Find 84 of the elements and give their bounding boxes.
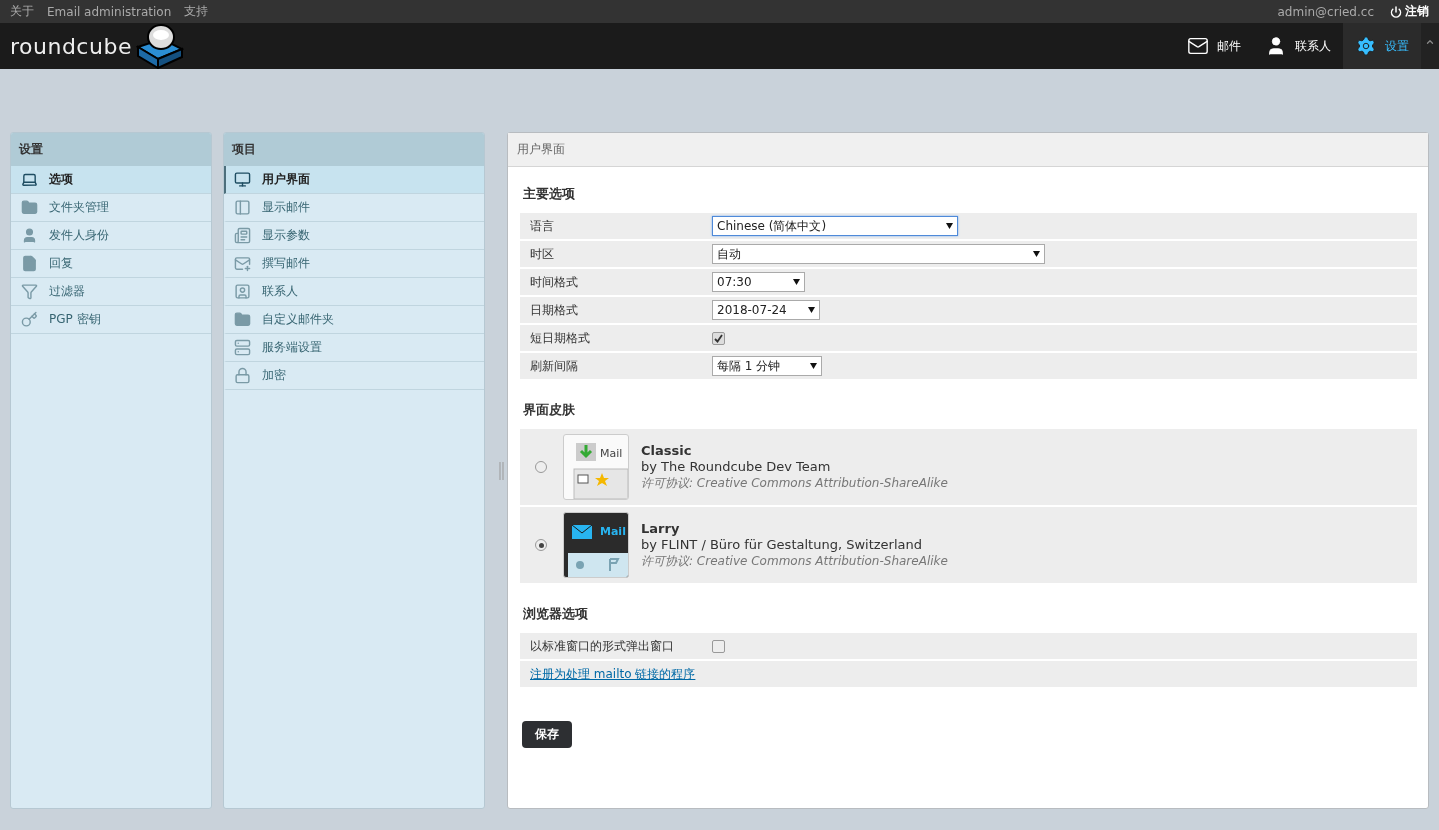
nav-tab[interactable]: 设置 — [1343, 23, 1421, 69]
nav-tab[interactable]: 联系人 — [1253, 23, 1343, 69]
field-label: 短日期格式 — [530, 329, 591, 347]
caret-icon — [810, 363, 817, 369]
skin-license: 许可协议: Creative Commons Attribution-ShareAlike — [641, 552, 948, 570]
caret-icon — [946, 223, 953, 229]
contact-card-icon — [233, 283, 251, 300]
caret-icon — [793, 279, 800, 285]
field-label: 语言 — [530, 217, 555, 235]
lock-icon — [233, 367, 251, 384]
caret-icon — [808, 307, 815, 313]
thumbnail-label: Mail — [600, 447, 623, 460]
radio-button[interactable] — [535, 539, 547, 551]
section-item[interactable]: 服务端设置 — [224, 334, 484, 362]
field-label: 时间格式 — [530, 273, 579, 291]
settings-item[interactable]: 文件夹管理 — [11, 194, 211, 222]
field-label: 日期格式 — [530, 301, 579, 319]
field-label: 刷新间隔 — [530, 357, 579, 375]
section-item[interactable]: 用户界面 — [224, 166, 484, 194]
section-title: 主要选项 — [522, 185, 576, 203]
top-link[interactable]: 关于 — [10, 3, 34, 20]
settings-item[interactable]: 发件人身份 — [11, 222, 211, 250]
section-item[interactable]: 显示邮件 — [224, 194, 484, 222]
panel-title: 用户界面 — [508, 133, 1428, 167]
radio-button[interactable] — [535, 461, 547, 473]
settings-item[interactable]: 选项 — [11, 166, 211, 194]
server-icon — [233, 339, 251, 356]
mail-plus-icon — [233, 255, 251, 272]
thumbnail-label: Mail — [600, 525, 626, 538]
list-icon — [577, 474, 589, 484]
download-icon — [576, 443, 596, 461]
section-item[interactable]: 加密 — [224, 362, 484, 390]
list-icon — [233, 199, 251, 216]
dropdown[interactable]: 07:30 — [712, 272, 805, 292]
skin-name: Larry — [641, 520, 681, 536]
logout-link[interactable]: 注销 — [1390, 3, 1429, 20]
settings-item[interactable]: 回复 — [11, 250, 211, 278]
dropdown[interactable]: Chinese (简体中文) — [712, 216, 958, 236]
user-email: admin@cried.cc — [1277, 4, 1374, 19]
newspaper-icon — [233, 227, 251, 244]
field-label: 时区 — [530, 245, 555, 263]
save-button[interactable]: 保存 — [522, 721, 572, 748]
folder-icon — [20, 199, 38, 216]
section-item[interactable]: 联系人 — [224, 278, 484, 306]
key-icon — [20, 311, 38, 328]
cube-logo-icon — [135, 23, 184, 69]
dropdown[interactable]: 自动 — [712, 244, 1045, 264]
caret-icon — [1033, 251, 1040, 257]
logo-text: roundcube — [10, 33, 132, 59]
monitor-icon — [233, 171, 251, 188]
top-link[interactable]: 支持 — [184, 3, 209, 20]
checkbox[interactable] — [712, 639, 725, 653]
power-icon — [1390, 5, 1402, 18]
panel-title: 项目 — [224, 133, 484, 166]
mail-icon — [1187, 35, 1209, 57]
section-item[interactable]: 显示参数 — [224, 222, 484, 250]
field-label: 以标准窗口的形式弹出窗口 — [530, 637, 675, 655]
star-icon — [595, 473, 609, 486]
nav-tab[interactable]: 邮件 — [1175, 23, 1253, 69]
skin-author: by The Roundcube Dev Team — [641, 458, 832, 474]
panel-title: 设置 — [11, 133, 211, 166]
splitter-handle-icon[interactable] — [499, 461, 504, 480]
section-item[interactable]: 自定义邮件夹 — [224, 306, 484, 334]
top-link[interactable]: Email administration — [47, 4, 172, 19]
mailto-link[interactable]: 注册为处理 mailto 链接的程序 — [530, 665, 696, 683]
section-title: 浏览器选项 — [522, 605, 589, 623]
dropdown[interactable]: 2018-07-24 — [712, 300, 820, 320]
flag-icon — [609, 558, 620, 572]
toolbar-background — [568, 553, 628, 577]
document-icon — [20, 255, 38, 272]
scroll-up-icon[interactable] — [1425, 37, 1435, 47]
settings-item[interactable]: 过滤器 — [11, 278, 211, 306]
skin-author: by FLINT / Büro für Gestaltung, Switzerland — [641, 536, 923, 552]
skin-name: Classic — [641, 442, 693, 458]
laptop-icon — [20, 171, 38, 188]
checkbox[interactable] — [712, 331, 725, 345]
folder-icon — [233, 311, 251, 328]
filter-icon — [20, 283, 38, 300]
dropdown[interactable]: 每隔 1 分钟 — [712, 356, 822, 376]
settings-item[interactable]: PGP 密钥 — [11, 306, 211, 334]
section-title: 界面皮肤 — [522, 401, 576, 419]
skin-license: 许可协议: Creative Commons Attribution-ShareAlike — [641, 474, 948, 492]
envelope-icon — [571, 524, 593, 539]
section-item[interactable]: 撰写邮件 — [224, 250, 484, 278]
